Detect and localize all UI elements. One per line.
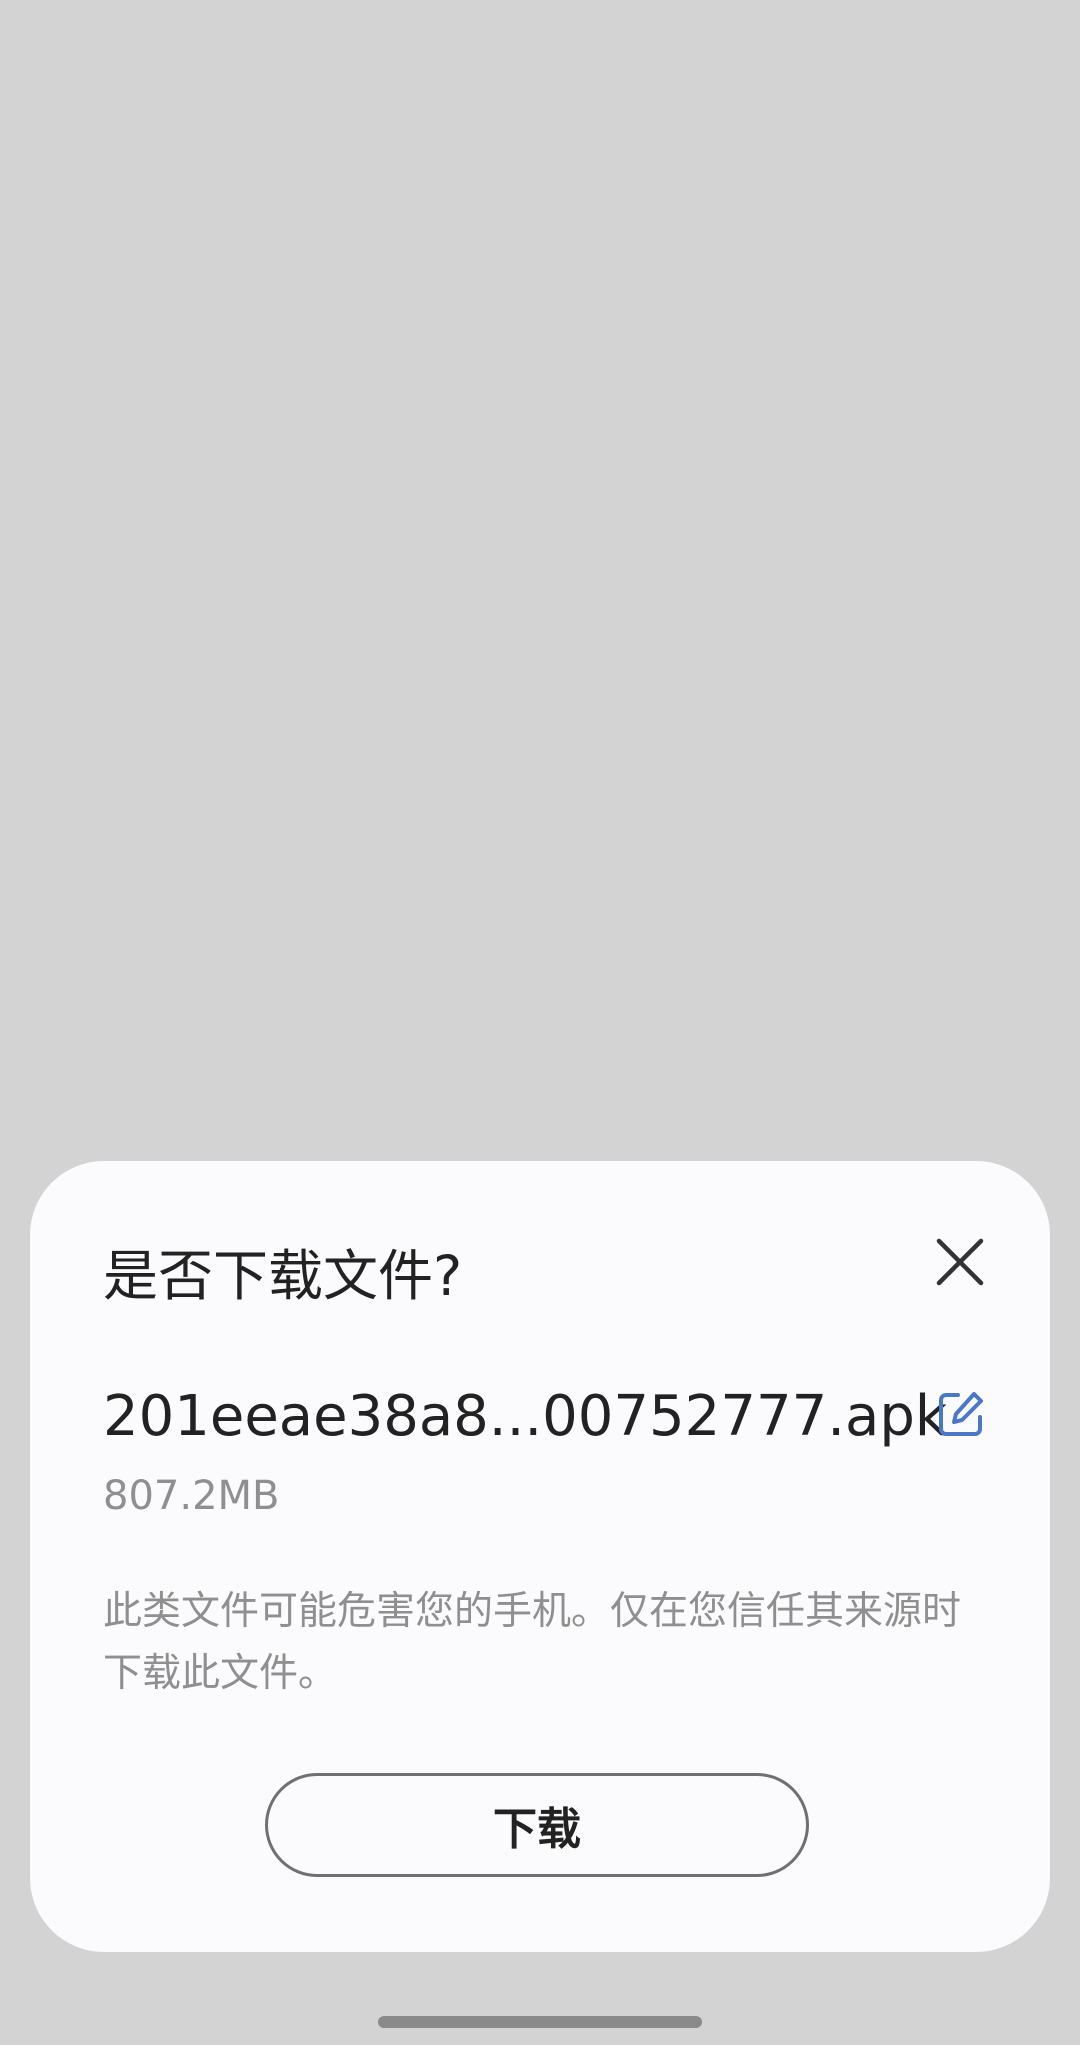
download-button[interactable]: 下载: [265, 1773, 809, 1877]
edit-icon: [939, 1392, 983, 1436]
warning-text: 此类文件可能危害您的手机。仅在您信任其来源时下载此文件。: [103, 1589, 962, 1696]
close-icon: [936, 1238, 984, 1286]
file-name: 201eeae38a8...00752777.apk: [103, 1384, 948, 1449]
file-size: 807.2MB: [103, 1473, 280, 1519]
download-dialog: 是否下载文件? 201eeae38a8...00752777.apk 807.2…: [30, 1161, 1050, 1952]
home-indicator[interactable]: [378, 2016, 702, 2028]
screen: 是否下载文件? 201eeae38a8...00752777.apk 807.2…: [0, 0, 1080, 2045]
rename-button[interactable]: [930, 1383, 992, 1445]
dialog-title: 是否下载文件?: [103, 1244, 463, 1308]
close-button[interactable]: [927, 1229, 993, 1295]
